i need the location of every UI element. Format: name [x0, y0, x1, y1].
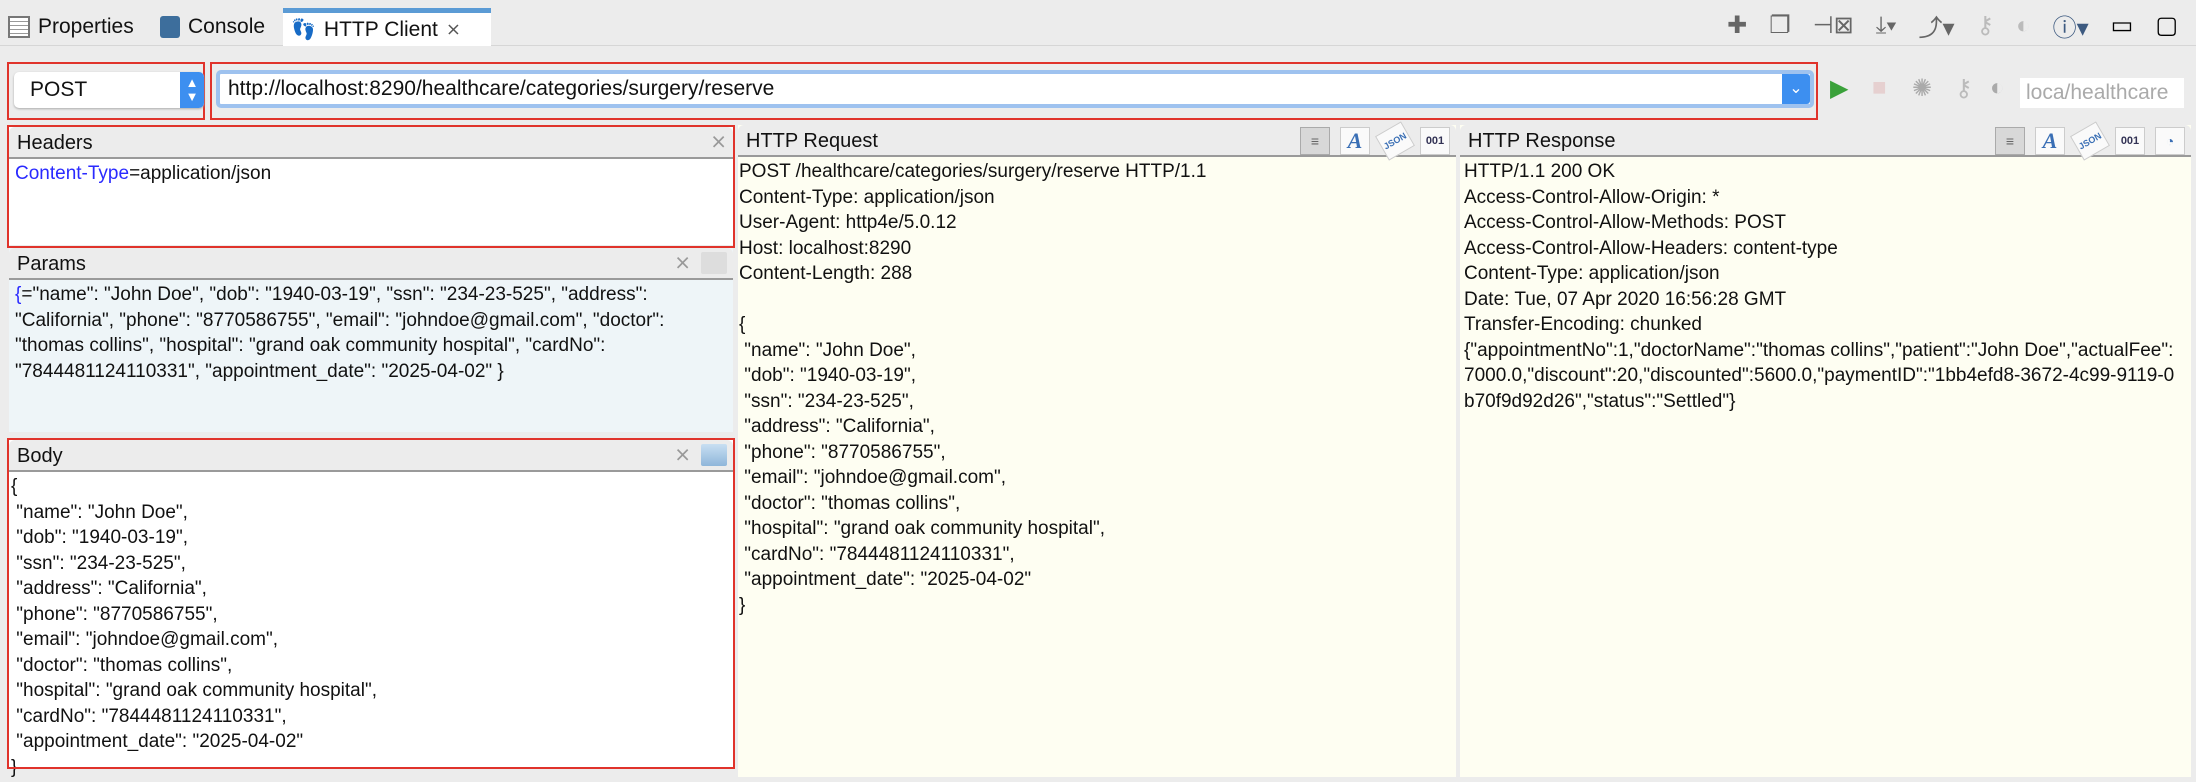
json-view-button[interactable]: JSON [2070, 121, 2110, 161]
clear-icon[interactable]: ⨯ [674, 250, 691, 275]
tab-console[interactable]: Console [152, 8, 273, 46]
gear-icon[interactable]: ✺ [1912, 74, 1932, 103]
close-tab-icon[interactable]: ⨯ [446, 19, 461, 40]
maximize-icon[interactable]: ▢ [2155, 11, 2178, 40]
text-view-button[interactable]: A [1340, 127, 1370, 155]
headers-highlight [7, 125, 735, 248]
request-text: POST /healthcare/categories/surgery/rese… [739, 161, 1207, 616]
hex-view-button[interactable]: 001 [2115, 127, 2145, 155]
view-tab-bar: Properties Console 👣 HTTP Client ⨯ ✚ ❐ ⊣… [0, 0, 2196, 46]
params-title: Params [17, 253, 86, 275]
tab-label: Console [188, 15, 266, 38]
import-icon[interactable]: ⤓▾ [1876, 12, 1897, 40]
panel-title-bar: HTTP Response ≡ A JSON 001 ◔ [1460, 121, 2191, 161]
select-arrows-icon: ▲ ▼ [180, 72, 204, 108]
key-icon[interactable]: ⚷ [1977, 11, 1995, 40]
view-toolbar: ✚ ❐ ⊣⊠ ⤓▾ ⤴▾ ⚷ ◐ ⓘ▾ ▭ ▢ [1727, 8, 2178, 43]
tab-label: HTTP Client [323, 17, 438, 41]
info-icon[interactable]: ⓘ▾ [2053, 8, 2089, 43]
params-editor[interactable]: {="name": "John Doe", "dob": "1940-03-19… [9, 280, 729, 386]
method-select[interactable]: POST ▲ ▼ [14, 72, 204, 108]
response-text: HTTP/1.1 200 OK Access-Control-Allow-Ori… [1460, 157, 2185, 416]
browser-view-icon[interactable]: ◔ [2155, 127, 2185, 155]
raw-view-button[interactable]: ≡ [1995, 127, 2025, 155]
half-circle-icon[interactable]: ◐ [2016, 12, 2031, 40]
copy-icon[interactable]: ❐ [1769, 11, 1791, 40]
table-icon [8, 16, 30, 38]
tab-properties[interactable]: Properties [0, 8, 142, 46]
body-highlight [7, 438, 735, 769]
text-view-button[interactable]: A [2035, 127, 2065, 155]
panel-title-bar: Params ⨯ [9, 248, 733, 280]
json-view-button[interactable]: JSON [1375, 121, 1415, 161]
half-circle-icon[interactable]: ◐ [1990, 74, 2005, 102]
params-panel: Params ⨯ {="name": "John Doe", "dob": "1… [9, 248, 733, 432]
tab-http-client[interactable]: 👣 HTTP Client ⨯ [283, 8, 491, 46]
method-value: POST [30, 78, 88, 101]
stop-icon[interactable]: ■ [1872, 74, 1887, 102]
url-input[interactable]: http://localhost:8290/healthcare/categor… [216, 70, 1814, 108]
request-panel: HTTP Request ≡ A JSON 001 POST /healthca… [738, 121, 1456, 777]
pin-icon[interactable]: ⊣⊠ [1813, 11, 1854, 40]
folder-icon[interactable] [701, 251, 727, 274]
history-field[interactable]: loca/healthcare [2020, 78, 2184, 108]
add-icon[interactable]: ✚ [1727, 11, 1747, 40]
export-icon[interactable]: ⤴▾ [1918, 8, 1954, 43]
request-title: HTTP Request [746, 130, 878, 152]
raw-view-button[interactable]: ≡ [1300, 127, 1330, 155]
response-title: HTTP Response [1468, 130, 1616, 152]
footprints-icon: 👣 [291, 19, 316, 41]
minimize-icon[interactable]: ▭ [2111, 11, 2134, 40]
response-body: {"appointmentNo":1,"doctorName":"thomas … [1464, 339, 2175, 412]
run-icon[interactable]: ▶ [1830, 74, 1848, 103]
response-panel: HTTP Response ≡ A JSON 001 ◔ HTTP/1.1 20… [1460, 121, 2191, 777]
console-icon [160, 16, 180, 38]
panel-title-bar: HTTP Request ≡ A JSON 001 [738, 121, 1456, 161]
url-value: http://localhost:8290/healthcare/categor… [228, 77, 775, 100]
params-text: ="name": "John Doe", "dob": "1940-03-19"… [15, 284, 670, 382]
tab-label: Properties [38, 15, 134, 38]
chevron-down-icon[interactable]: ⌄ [1782, 74, 1810, 104]
response-headers: HTTP/1.1 200 OK Access-Control-Allow-Ori… [1464, 161, 1838, 335]
key-icon[interactable]: ⚷ [1955, 74, 1973, 103]
hex-view-button[interactable]: 001 [1420, 127, 1450, 155]
